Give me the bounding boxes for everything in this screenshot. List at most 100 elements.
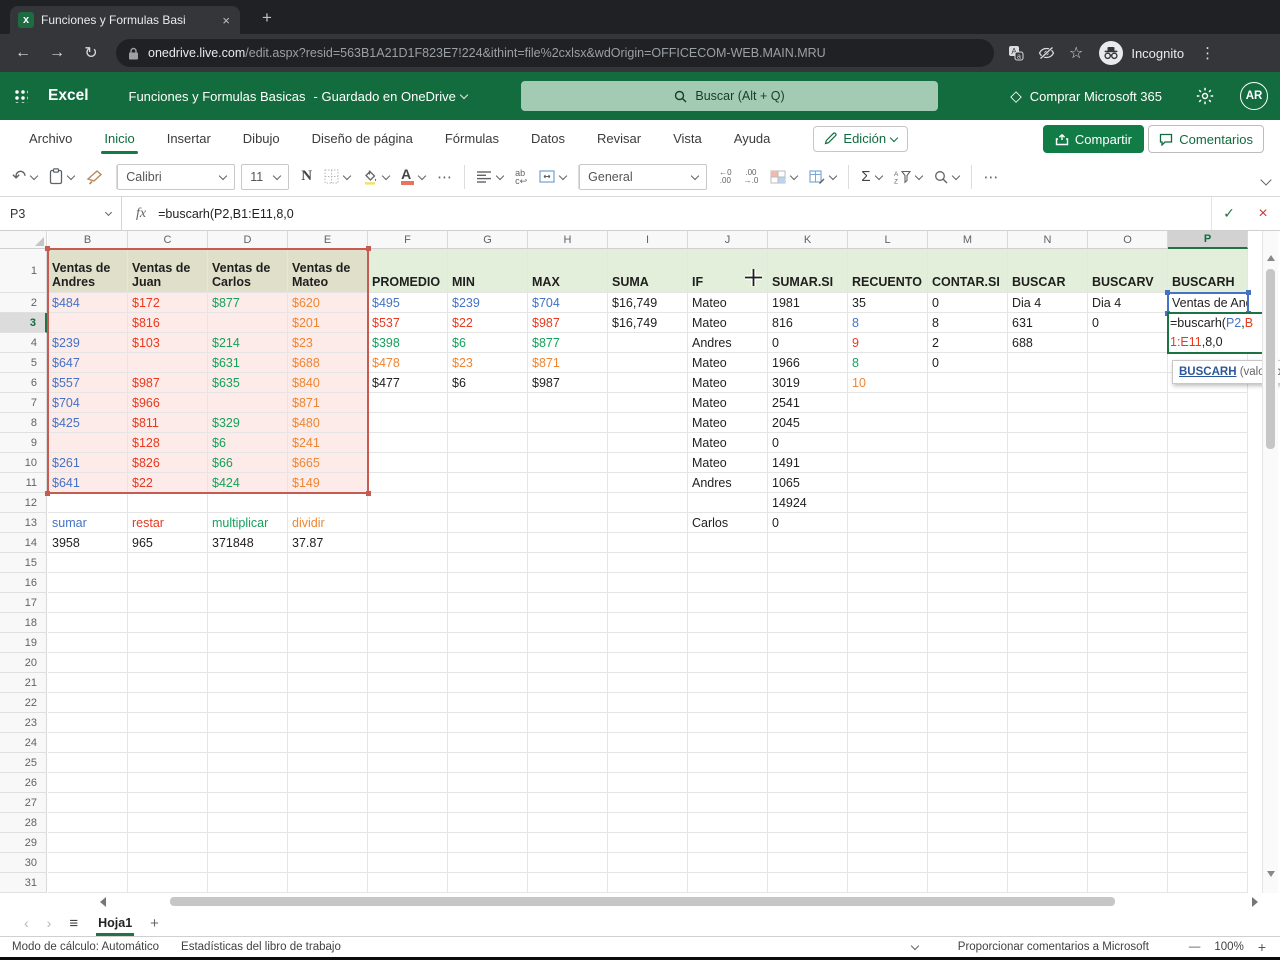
prev-sheet-icon[interactable]: ‹ (24, 915, 29, 931)
cell-I28[interactable] (608, 813, 688, 833)
cell-D18[interactable] (208, 613, 288, 633)
cell-G18[interactable] (448, 613, 528, 633)
cell-I15[interactable] (608, 553, 688, 573)
cell-E23[interactable] (288, 713, 368, 733)
font-size-select[interactable]: 11 (241, 163, 290, 190)
cell-N21[interactable] (1008, 673, 1088, 693)
row-header-5[interactable]: 5 (0, 353, 47, 373)
cell-G13[interactable] (448, 513, 528, 533)
cell-C23[interactable] (128, 713, 208, 733)
cell-E1[interactable]: Ventas de Mateo (288, 249, 368, 293)
cell-K26[interactable] (768, 773, 848, 793)
cell-H11[interactable] (528, 473, 608, 493)
cell-E5[interactable]: $688 (288, 353, 368, 373)
cell-F29[interactable] (368, 833, 448, 853)
buy-microsoft365-button[interactable]: ◇ Comprar Microsoft 365 (1010, 87, 1162, 105)
col-header-G[interactable]: G (448, 231, 528, 249)
search-input[interactable]: Buscar (Alt + Q) (521, 81, 938, 111)
cell-B15[interactable] (48, 553, 128, 573)
cell-L9[interactable] (848, 433, 928, 453)
cell-C7[interactable]: $966 (128, 393, 208, 413)
row-header-23[interactable]: 23 (0, 713, 47, 733)
cell-L30[interactable] (848, 853, 928, 873)
cell-M2[interactable]: 0 (928, 293, 1008, 313)
reload-icon[interactable]: ↻ (74, 43, 108, 63)
cell-H24[interactable] (528, 733, 608, 753)
cell-P8[interactable] (1168, 413, 1248, 433)
cell-B3[interactable] (48, 313, 128, 333)
cell-F2[interactable]: $495 (368, 293, 448, 313)
cell-C5[interactable] (128, 353, 208, 373)
format-as-table-button[interactable] (809, 169, 838, 184)
horizontal-scrollbar[interactable] (0, 893, 1280, 910)
cell-L13[interactable] (848, 513, 928, 533)
cell-D20[interactable] (208, 653, 288, 673)
cell-G19[interactable] (448, 633, 528, 653)
cell-K19[interactable] (768, 633, 848, 653)
url-bar[interactable]: onedrive.live.com/edit.aspx?resid=563B1A… (116, 39, 994, 67)
cell-I25[interactable] (608, 753, 688, 773)
cell-L28[interactable] (848, 813, 928, 833)
row-header-12[interactable]: 12 (0, 493, 47, 513)
cell-N26[interactable] (1008, 773, 1088, 793)
ribbon-tab-revisar[interactable]: Revisar (594, 120, 644, 157)
cell-L16[interactable] (848, 573, 928, 593)
cell-E9[interactable]: $241 (288, 433, 368, 453)
cell-M25[interactable] (928, 753, 1008, 773)
cell-C19[interactable] (128, 633, 208, 653)
cell-D9[interactable]: $6 (208, 433, 288, 453)
cell-N23[interactable] (1008, 713, 1088, 733)
cell-H30[interactable] (528, 853, 608, 873)
cell-O15[interactable] (1088, 553, 1168, 573)
cell-P22[interactable] (1168, 693, 1248, 713)
cell-N11[interactable] (1008, 473, 1088, 493)
cell-L7[interactable] (848, 393, 928, 413)
cell-L24[interactable] (848, 733, 928, 753)
cell-G3[interactable]: $22 (448, 313, 528, 333)
row-header-31[interactable]: 31 (0, 873, 47, 893)
cell-C18[interactable] (128, 613, 208, 633)
cell-C28[interactable] (128, 813, 208, 833)
cell-C13[interactable]: restar (128, 513, 208, 533)
cell-N4[interactable]: 688 (1008, 333, 1088, 353)
col-header-J[interactable]: J (688, 231, 768, 249)
cell-K18[interactable] (768, 613, 848, 633)
cell-H23[interactable] (528, 713, 608, 733)
wrap-text-button[interactable]: ab c↩ (515, 168, 527, 185)
feedback-link[interactable]: Proporcionar comentarios a Microsoft (958, 941, 1149, 953)
cancel-entry-icon[interactable]: × (1246, 205, 1280, 223)
autosum-button[interactable]: Σ (861, 168, 883, 185)
add-sheet-icon[interactable]: + (150, 915, 159, 932)
row-header-3[interactable]: 3 (0, 313, 47, 333)
cell-M6[interactable] (928, 373, 1008, 393)
cell-G28[interactable] (448, 813, 528, 833)
cell-D21[interactable] (208, 673, 288, 693)
cell-P27[interactable] (1168, 793, 1248, 813)
cell-M11[interactable] (928, 473, 1008, 493)
cell-L22[interactable] (848, 693, 928, 713)
cell-K29[interactable] (768, 833, 848, 853)
find-button[interactable] (934, 170, 960, 184)
cell-J18[interactable] (688, 613, 768, 633)
cell-L18[interactable] (848, 613, 928, 633)
cell-B14[interactable]: 3958 (48, 533, 128, 553)
cell-B4[interactable]: $239 (48, 333, 128, 353)
cell-H4[interactable]: $877 (528, 333, 608, 353)
cell-K6[interactable]: 3019 (768, 373, 848, 393)
cell-M4[interactable]: 2 (928, 333, 1008, 353)
row-header-8[interactable]: 8 (0, 413, 47, 433)
cell-N20[interactable] (1008, 653, 1088, 673)
row-header-14[interactable]: 14 (0, 533, 47, 553)
cell-P11[interactable] (1168, 473, 1248, 493)
cell-O12[interactable] (1088, 493, 1168, 513)
cell-B1[interactable]: Ventas de Andres (48, 249, 128, 293)
col-header-M[interactable]: M (928, 231, 1008, 249)
cell-O11[interactable] (1088, 473, 1168, 493)
cell-D10[interactable]: $66 (208, 453, 288, 473)
col-header-D[interactable]: D (208, 231, 288, 249)
row-header-25[interactable]: 25 (0, 753, 47, 773)
cell-G25[interactable] (448, 753, 528, 773)
cell-K23[interactable] (768, 713, 848, 733)
cell-G5[interactable]: $23 (448, 353, 528, 373)
cell-G31[interactable] (448, 873, 528, 893)
